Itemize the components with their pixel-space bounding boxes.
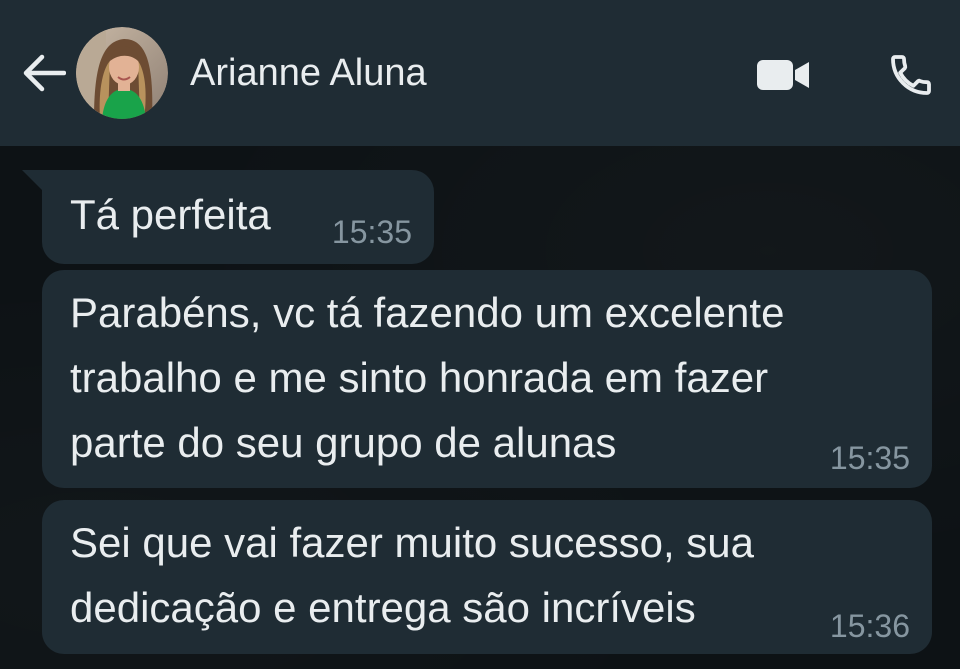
message-timestamp: 15:36 bbox=[829, 608, 910, 644]
video-call-button[interactable] bbox=[752, 52, 814, 98]
chat-header: Arianne Aluna bbox=[0, 0, 960, 146]
voice-call-button[interactable] bbox=[882, 48, 940, 102]
arrow-left-icon bbox=[23, 54, 66, 92]
chat-screen: Arianne Aluna Tá perfeita 15:35 Parabéns… bbox=[0, 0, 960, 669]
message-text: Tá perfeita bbox=[70, 191, 271, 238]
phone-icon bbox=[891, 55, 931, 95]
bubble-tail bbox=[22, 170, 44, 192]
message-text: Parabéns, vc tá fazendo um excelente tra… bbox=[70, 289, 785, 466]
message-bubble[interactable]: Sei que vai fazer muito sucesso, sua ded… bbox=[42, 500, 932, 654]
message-text: Sei que vai fazer muito sucesso, sua ded… bbox=[70, 519, 755, 631]
video-camera-icon bbox=[757, 60, 809, 90]
message-bubble[interactable]: Parabéns, vc tá fazendo um excelente tra… bbox=[42, 270, 932, 488]
message-list[interactable]: Tá perfeita 15:35 Parabéns, vc tá fazend… bbox=[0, 146, 960, 669]
back-button[interactable] bbox=[18, 50, 68, 96]
message-timestamp: 15:35 bbox=[331, 214, 412, 250]
message-timestamp: 15:35 bbox=[829, 440, 910, 476]
contact-name[interactable]: Arianne Aluna bbox=[190, 50, 427, 96]
message-bubble[interactable]: Tá perfeita 15:35 bbox=[42, 170, 434, 264]
contact-avatar[interactable] bbox=[76, 27, 168, 119]
avatar-photo bbox=[76, 27, 168, 119]
